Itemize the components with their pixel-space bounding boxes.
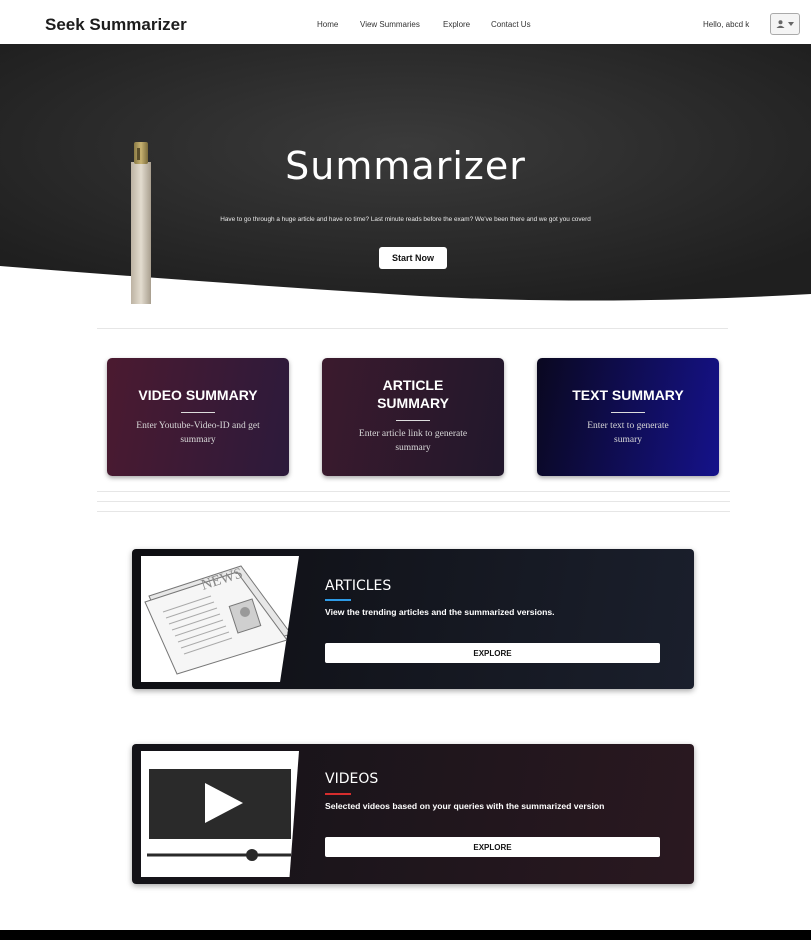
card-title: ARTICLE SUMMARY <box>377 377 449 411</box>
card-description: Enter text to generate sumary <box>587 421 669 445</box>
video-player-icon <box>147 769 291 861</box>
divider <box>97 501 730 502</box>
nav-link-explore[interactable]: Explore <box>443 20 470 29</box>
card-description: Enter Youtube-Video-ID and get summary <box>136 421 260 445</box>
divider <box>97 328 728 329</box>
card-divider <box>396 420 430 421</box>
articles-explore-button[interactable]: EXPLORE <box>325 643 660 663</box>
newspaper-icon: NEWS <box>144 565 292 675</box>
videos-panel: VIDEOS Selected videos based on your que… <box>132 744 694 884</box>
panel-title: ARTICLES <box>325 578 392 594</box>
nav-link-contact-us[interactable]: Contact Us <box>491 20 531 29</box>
hero-banner: Summarizer Have to go through a huge art… <box>0 44 811 304</box>
videos-explore-button[interactable]: EXPLORE <box>325 837 660 857</box>
card-title: TEXT SUMMARY <box>572 387 684 403</box>
nav-link-home[interactable]: Home <box>317 20 338 29</box>
card-divider <box>611 412 645 413</box>
user-greeting: Hello, abcd k <box>703 20 750 29</box>
panel-description: Selected videos based on your queries wi… <box>325 801 605 811</box>
start-now-button[interactable]: Start Now <box>379 247 447 269</box>
divider <box>97 491 730 492</box>
user-menu-button[interactable] <box>770 13 800 35</box>
article-summary-card[interactable]: ARTICLE SUMMARY Enter article link to ge… <box>322 358 504 476</box>
video-player-image <box>141 751 299 877</box>
brand-logo-text[interactable]: Seek Summarizer <box>45 15 187 35</box>
chevron-down-icon <box>788 22 794 26</box>
video-summary-card[interactable]: VIDEO SUMMARY Enter Youtube-Video-ID and… <box>107 358 289 476</box>
newspaper-image: NEWS <box>141 556 299 682</box>
hero-title: Summarizer <box>285 144 526 188</box>
card-divider <box>181 412 215 413</box>
articles-panel: NEWS ARTICLES View the trending articles… <box>132 549 694 689</box>
card-description: Enter article link to generate summary <box>358 429 468 453</box>
user-icon <box>776 20 785 28</box>
divider <box>97 511 730 512</box>
hero-subtitle: Have to go through a huge article and ha… <box>220 216 591 223</box>
nav-link-view-summaries[interactable]: View Summaries <box>360 20 420 29</box>
text-summary-card[interactable]: TEXT SUMMARY Enter text to generate suma… <box>537 358 719 476</box>
panel-description: View the trending articles and the summa… <box>325 607 555 617</box>
panel-accent-rule <box>325 599 351 601</box>
panel-accent-rule <box>325 793 351 795</box>
footer-bar <box>0 930 811 940</box>
card-title: VIDEO SUMMARY <box>138 387 258 403</box>
panel-title: VIDEOS <box>325 771 379 787</box>
